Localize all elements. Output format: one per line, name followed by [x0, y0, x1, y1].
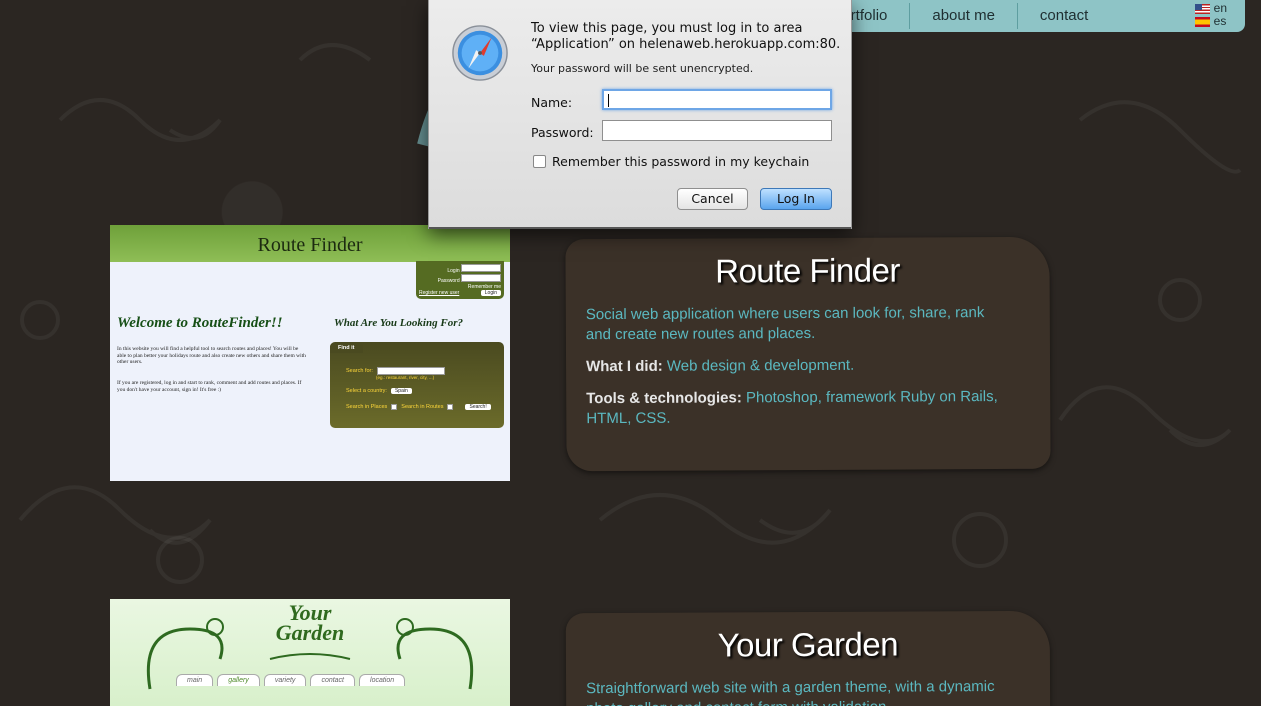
rf-search-routes: Search in Routes: [401, 404, 444, 410]
password-field[interactable]: [602, 120, 832, 141]
rf-login-button: Login: [480, 290, 501, 296]
project-tools: Tools & technologies: Photoshop, framewo…: [586, 388, 998, 428]
rf-para-2: If you are registered, log in and start …: [117, 380, 302, 393]
auth-subtext: Your password will be sent unencrypted.: [531, 62, 754, 75]
rf-find-tab: Find it: [330, 343, 363, 353]
route-finder-screenshot[interactable]: Route Finder Login Password Remember me …: [110, 225, 510, 481]
lang-es[interactable]: es: [1194, 14, 1227, 28]
rf-search-for: Search for:: [346, 368, 373, 374]
text-caret: [608, 94, 609, 107]
garden-tab-variety: variety: [263, 674, 307, 686]
auth-dialog: To view this page, you must log in to ar…: [428, 0, 852, 229]
rf-find-box: Find it Search for: (eg.: restaurant, ri…: [330, 342, 504, 428]
remember-checkbox[interactable]: [533, 155, 546, 168]
remember-label: Remember this password in my keychain: [552, 154, 810, 169]
garden-tab-contact: contact: [310, 674, 356, 686]
rf-login-label: Login: [419, 264, 501, 274]
rf-search-button: Search!: [465, 404, 491, 410]
rf-para-1: In this website you will find a helpful …: [117, 346, 306, 365]
dialog-bottom-edge: [429, 227, 851, 229]
garden-tab-main: main: [176, 674, 214, 686]
garden-nav: main gallery variety contact location: [176, 674, 406, 686]
project-what-i-did: What I did: Web design & development.: [586, 356, 855, 376]
rf-header: Route Finder: [110, 225, 510, 262]
your-garden-screenshot[interactable]: Your Garden main gallery variety contact…: [110, 599, 510, 706]
rf-welcome: Welcome to RouteFinder!!: [117, 315, 283, 331]
garden-tab-gallery: gallery: [217, 674, 260, 686]
login-button[interactable]: Log In: [760, 188, 832, 210]
project-description: Social web application where users can l…: [585, 304, 985, 344]
lang-es-label: es: [1213, 14, 1227, 28]
rf-looking: What Are You Looking For?: [334, 317, 463, 329]
project-title: Route Finder: [715, 251, 901, 290]
rf-login-box: Login Password Remember me Register new …: [416, 261, 504, 299]
rf-search-places: Search in Places: [346, 404, 388, 410]
rf-search-hint: (eg.: restaurant, river, city, ...): [376, 375, 435, 380]
project-title: Your Garden: [717, 625, 899, 664]
garden-tab-location: location: [359, 674, 406, 686]
project-card-route-finder: Route Finder Social web application wher…: [565, 236, 1051, 472]
project-card-your-garden: Your Garden Straightforward web site wit…: [565, 610, 1051, 706]
rf-password-label: Password: [419, 274, 501, 284]
safari-compass-icon: [452, 25, 508, 81]
password-label: Password:: [531, 125, 594, 140]
project-description: Straightforward web site with a garden t…: [586, 678, 995, 706]
name-field[interactable]: [602, 89, 832, 110]
remember-row: Remember this password in my keychain: [533, 154, 809, 169]
name-label: Name:: [531, 95, 573, 110]
cancel-button[interactable]: Cancel: [677, 188, 748, 210]
garden-title: Your Garden: [275, 600, 345, 645]
rf-country: Spain: [390, 388, 412, 394]
us-flag-icon: [1194, 3, 1210, 14]
rf-select-country: Select a country:: [346, 388, 387, 394]
auth-message: To view this page, you must log in to ar…: [531, 21, 841, 52]
es-flag-icon: [1194, 16, 1210, 27]
nav-contact[interactable]: contact: [1018, 3, 1110, 29]
nav-about-me[interactable]: about me: [910, 3, 1018, 29]
top-nav: portfolio about me contact en es: [800, 0, 1245, 32]
rf-register-link: Register new user: [419, 290, 460, 296]
language-switcher: en es: [1194, 2, 1227, 28]
